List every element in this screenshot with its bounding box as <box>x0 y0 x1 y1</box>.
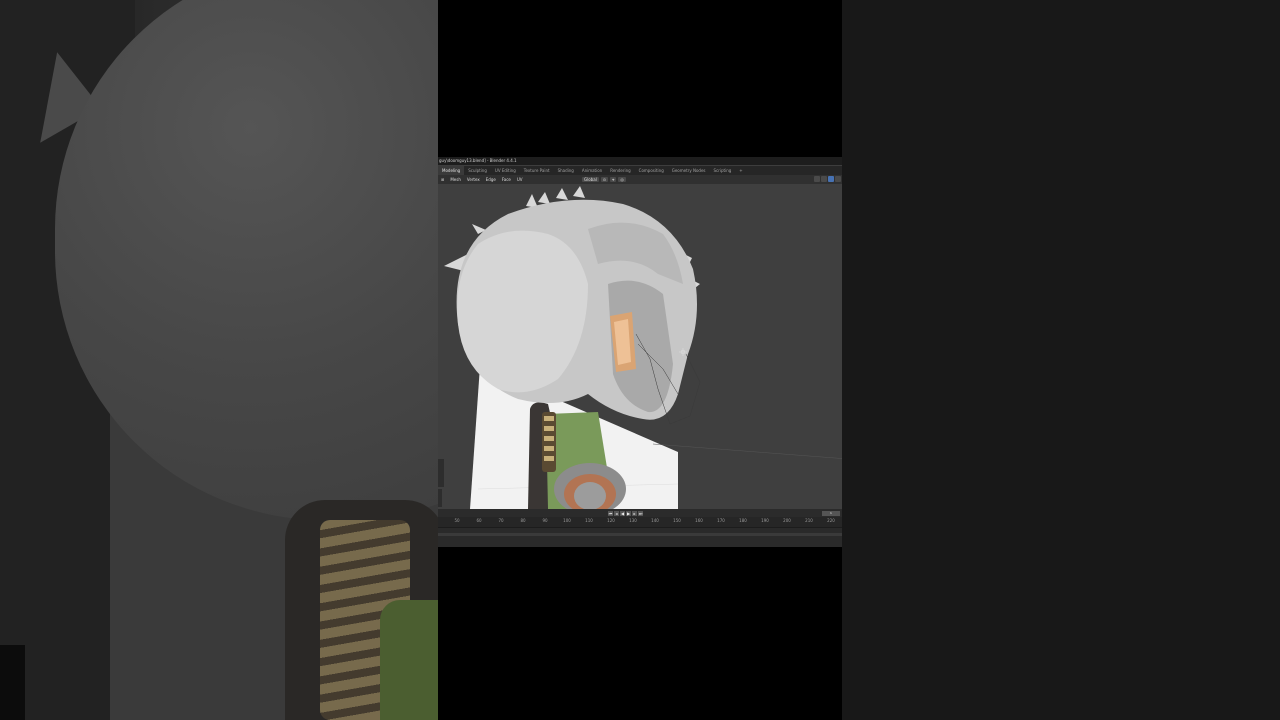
play-icon[interactable]: ▶ <box>626 511 631 516</box>
tick-label: 210 <box>805 518 813 523</box>
tick-label: 80 <box>520 518 526 523</box>
tab-shading[interactable]: Shading <box>554 166 578 175</box>
window-title: guy\doomguy13.blend] - Blender 4.4.1 <box>438 157 842 165</box>
background-armor <box>380 600 438 720</box>
next-keyframe-icon[interactable]: ▸ <box>632 511 637 516</box>
timeline-track[interactable] <box>438 527 842 547</box>
pivot-icon[interactable]: ⊙ <box>600 177 609 182</box>
menu-edge[interactable]: Edge <box>483 175 499 184</box>
tab-geometry-nodes[interactable]: Geometry Nodes <box>668 166 710 175</box>
tab-sculpting[interactable]: Sculpting <box>464 166 491 175</box>
menu-mesh[interactable]: Mesh <box>447 175 464 184</box>
tick-label: 100 <box>563 518 571 523</box>
current-frame-field[interactable]: 1 <box>822 511 840 516</box>
tick-label: 220 <box>827 518 835 523</box>
jump-end-icon[interactable]: ⏭ <box>638 511 643 516</box>
menu-vertex[interactable]: Vertex <box>464 175 483 184</box>
tab-rendering[interactable]: Rendering <box>606 166 634 175</box>
tick-label: 190 <box>761 518 769 523</box>
overlay-toggle-icon[interactable] <box>828 176 834 182</box>
tick-label: 120 <box>607 518 615 523</box>
3d-viewport[interactable] <box>438 184 842 509</box>
tick-label: 200 <box>783 518 791 523</box>
blender-window: guy\doomguy13.blend] - Blender 4.4.1 Mod… <box>438 157 842 547</box>
tick-label: 140 <box>651 518 659 523</box>
add-workspace-button[interactable]: + <box>735 166 746 175</box>
menu-uv[interactable]: UV <box>514 175 526 184</box>
tick-label: 170 <box>717 518 725 523</box>
gizmo-icon[interactable] <box>821 176 827 182</box>
tab-animation[interactable]: Animation <box>578 166 606 175</box>
toolbar-collapsed[interactable] <box>438 459 444 487</box>
tick-label: 70 <box>498 518 504 523</box>
tab-modeling[interactable]: Modeling <box>438 166 465 175</box>
blurred-background-left <box>0 0 438 720</box>
jump-start-icon[interactable]: ⏮ <box>608 511 613 516</box>
viewport-overlay-controls <box>814 176 841 183</box>
transform-orientation-dropdown[interactable]: Global <box>582 177 599 182</box>
ammo-belt <box>542 412 556 472</box>
timeline-scrollbar[interactable] <box>438 533 842 536</box>
play-reverse-icon[interactable]: ◀ <box>620 511 625 516</box>
tab-uv-editing[interactable]: UV Editing <box>491 166 520 175</box>
blurred-background-right <box>842 0 1280 720</box>
mode-selector[interactable]: ⊞ <box>438 175 447 184</box>
viewport-header: ⊞ Mesh Vertex Edge Face UV Global ⊙ ⌖ ◎ <box>438 175 842 184</box>
tick-label: 150 <box>673 518 681 523</box>
tab-compositing[interactable]: Compositing <box>635 166 668 175</box>
playback-controls: ⏮ ◂ ◀ ▶ ▸ ⏭ <box>608 511 643 516</box>
workspace-tabs: Modeling Sculpting UV Editing Texture Pa… <box>438 166 842 175</box>
xray-icon[interactable] <box>835 176 841 182</box>
tick-label: 60 <box>476 518 482 523</box>
viewport-scene <box>444 186 842 509</box>
timeline-ruler[interactable]: 50 60 70 80 90 100 110 120 130 140 150 1… <box>438 517 842 527</box>
transform-controls: Global ⊙ ⌖ ◎ <box>582 175 626 184</box>
menu-face[interactable]: Face <box>499 175 514 184</box>
tick-label: 50 <box>454 518 460 523</box>
tick-label: 90 <box>542 518 548 523</box>
tick-label: 110 <box>585 518 593 523</box>
snap-icon[interactable]: ⌖ <box>610 177 617 182</box>
tick-label: 160 <box>695 518 703 523</box>
prev-keyframe-icon[interactable]: ◂ <box>614 511 619 516</box>
tab-scripting[interactable]: Scripting <box>710 166 736 175</box>
tool-panel-edge[interactable] <box>438 489 442 507</box>
tick-label: 180 <box>739 518 747 523</box>
tab-texture-paint[interactable]: Texture Paint <box>520 166 554 175</box>
tick-label: 130 <box>629 518 637 523</box>
proportional-edit-icon[interactable]: ◎ <box>618 177 626 182</box>
visibility-icon[interactable] <box>814 176 820 182</box>
background-corner <box>0 645 25 720</box>
